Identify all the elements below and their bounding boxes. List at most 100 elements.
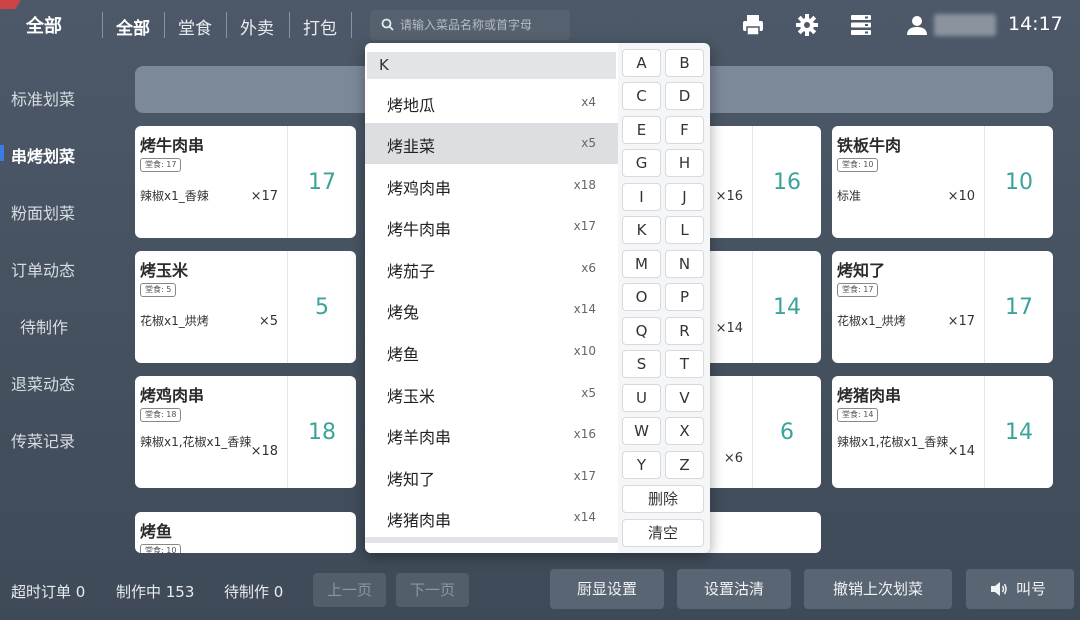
search-input[interactable] [400,10,565,40]
sidebar-item-delivery-log[interactable]: 传菜记录 [11,428,75,452]
list-item[interactable]: 烤鸡肉串 x18 [365,165,618,206]
dish-card[interactable]: 烤鸡肉串 堂食: 18 辣椒x1,花椒x1_香辣 ×18 18 [135,376,356,488]
key-k[interactable]: K [622,216,661,244]
dish-card[interactable]: 烤玉米 堂食: 5 花椒x1_烘烤 ×5 5 [135,251,356,363]
sidebar-item-skewer[interactable]: 串烤划菜 [11,143,75,167]
tab-packaging[interactable]: 打包 [303,14,337,39]
key-l[interactable]: L [665,216,704,244]
dish-card[interactable]: 烤牛肉串 堂食: 17 辣椒x1_香辣 ×17 17 [135,126,356,238]
separator [164,12,165,38]
dish-multiplier: ×17 [947,314,975,329]
key-d[interactable]: D [665,82,704,110]
separator [226,12,227,38]
list-item[interactable]: 烤牛肉串 x17 [365,206,618,247]
dish-name: 铁板牛肉 [837,136,902,155]
tab-dine-in[interactable]: 堂食 [178,14,212,39]
key-w[interactable]: W [622,417,661,445]
key-e[interactable]: E [622,116,661,144]
key-n[interactable]: N [665,250,704,278]
dish-card[interactable]: 烤猪肉串 堂食: 14 辣椒x1,花椒x1_香辣 ×14 14 [832,376,1053,488]
list-item[interactable]: 烤兔 x14 [365,289,618,330]
clear-button[interactable]: 清空 [622,519,704,547]
item-count: x4 [581,95,596,109]
corner-ribbon [0,0,21,9]
gear-icon[interactable] [794,12,820,38]
next-page-button[interactable]: 下一页 [396,573,469,607]
key-q[interactable]: Q [622,317,661,345]
sidebar-item-returns[interactable]: 退菜动态 [11,371,75,395]
key-s[interactable]: S [622,350,661,378]
in-progress-stat: 制作中 153 [116,583,195,601]
item-count: x14 [573,510,596,524]
dish-card[interactable]: 烤知了 堂食: 17 花椒x1_烘烤 ×17 17 [832,251,1053,363]
undo-last-button[interactable]: 撤销上次划菜 [804,569,952,609]
sold-out-settings-button[interactable]: 设置沽清 [677,569,791,609]
item-name: 烤兔 [387,303,420,322]
item-name: 烤韭菜 [387,137,436,156]
clock: 14:17 [1008,13,1063,35]
list-item[interactable]: 烤鱼 x10 [365,331,618,372]
sidebar-item-order-updates[interactable]: 订单动态 [11,257,75,281]
dish-count: 17 [1005,294,1033,320]
list-item-selected[interactable]: 烤韭菜 x5 [365,123,618,164]
dish-detail: 标准 [837,189,862,203]
tab-takeout[interactable]: 外卖 [240,14,274,39]
item-name: 烤猪肉串 [387,511,452,530]
prev-page-button[interactable]: 上一页 [313,573,386,607]
dish-multiplier: ×17 [250,189,278,204]
list-item[interactable]: 烤玉米 x5 [365,373,618,414]
sidebar-item-noodles[interactable]: 粉面划菜 [11,200,75,224]
key-g[interactable]: G [622,149,661,177]
key-m[interactable]: M [622,250,661,278]
dish-detail: 辣椒x1,花椒x1_香辣 [140,435,252,449]
key-i[interactable]: I [622,183,661,211]
sidebar-item-standard[interactable]: 标准划菜 [11,86,75,110]
dish-name: 烤鸡肉串 [140,386,205,405]
dish-card[interactable]: 铁板牛肉 堂食: 10 标准 ×10 10 [832,126,1053,238]
key-f[interactable]: F [665,116,704,144]
key-b[interactable]: B [665,49,704,77]
dish-multiplier: ×10 [947,189,975,204]
letter-group-header: K [367,52,616,79]
call-number-button[interactable]: 叫号 [966,569,1074,609]
key-v[interactable]: V [665,384,704,412]
tab-all[interactable]: 全部 [116,14,150,39]
key-j[interactable]: J [665,183,704,211]
separator [351,12,352,38]
key-c[interactable]: C [622,82,661,110]
list-item[interactable]: 烤地瓜 x4 [365,82,618,123]
printer-icon[interactable] [740,12,766,38]
key-y[interactable]: Y [622,451,661,479]
user-icon[interactable] [904,12,930,38]
key-p[interactable]: P [665,283,704,311]
key-z[interactable]: Z [665,451,704,479]
display-settings-button[interactable]: 厨显设置 [550,569,664,609]
overdue-orders-stat: 超时订单 0 [11,583,86,601]
key-h[interactable]: H [665,149,704,177]
list-item[interactable]: 烤猪肉串 x14 [365,497,618,538]
dine-in-badge: 堂食: 17 [140,158,182,172]
item-count: x16 [573,427,596,441]
key-o[interactable]: O [622,283,661,311]
key-t[interactable]: T [665,350,704,378]
list-item[interactable]: 烤茄子 x6 [365,248,618,289]
list-bottom-bar [365,537,618,543]
key-a[interactable]: A [622,49,661,77]
dine-in-badge: 堂食: 5 [140,283,177,297]
key-r[interactable]: R [665,317,704,345]
dish-multiplier: ×14 [715,321,743,336]
server-icon[interactable] [848,12,874,38]
sidebar-item-pending[interactable]: 待制作 [20,314,68,338]
list-item[interactable]: 烤羊肉串 x16 [365,414,618,455]
key-x[interactable]: X [665,417,704,445]
dine-in-badge: 堂食: 10 [140,544,182,553]
list-item[interactable]: 烤知了 x17 [365,456,618,497]
item-count: x14 [573,302,596,316]
item-count: x6 [581,261,596,275]
search-box[interactable] [370,10,570,40]
dish-name: 烤鱼 [140,522,173,541]
key-u[interactable]: U [622,384,661,412]
dish-card-partial[interactable]: 烤鱼 堂食: 10 [135,512,356,553]
delete-button[interactable]: 删除 [622,485,704,513]
dish-detail: 花椒x1_烘烤 [140,314,209,328]
